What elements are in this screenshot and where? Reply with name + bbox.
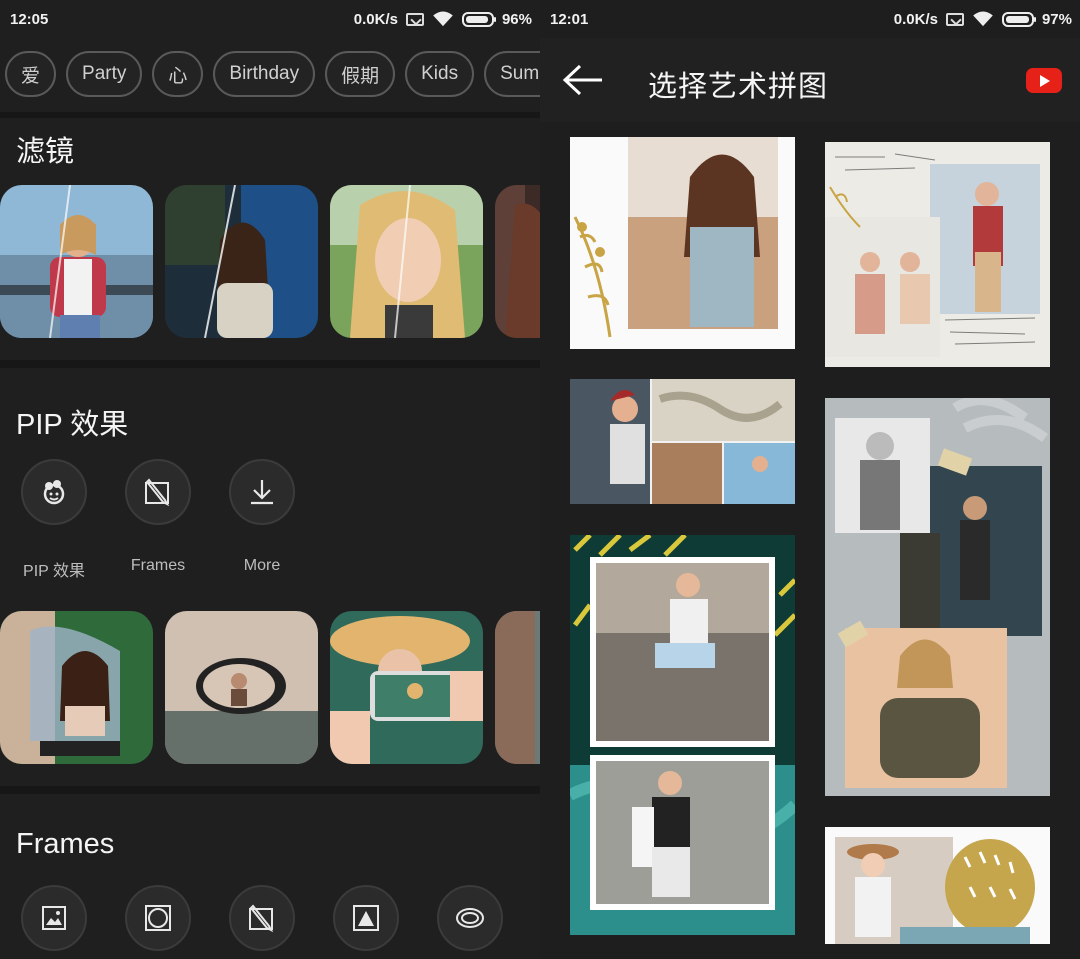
- tag-chip[interactable]: Birthday: [213, 51, 316, 97]
- filter-thumbnail[interactable]: [165, 185, 318, 338]
- frame-image-icon[interactable]: [21, 885, 87, 951]
- tag-chip[interactable]: 心: [152, 51, 204, 97]
- frame-pencil-icon[interactable]: [229, 885, 295, 951]
- frame-circle-icon[interactable]: [125, 885, 191, 951]
- collage-template[interactable]: [825, 398, 1050, 796]
- status-time: 12:05: [10, 10, 49, 28]
- filter-thumbnails: [0, 185, 540, 338]
- tag-chip[interactable]: Party: [66, 51, 143, 97]
- filters-title: 滤镜: [16, 136, 75, 168]
- frames-tool-label: Frames: [130, 557, 186, 574]
- battery-percent: 97%: [1041, 10, 1072, 28]
- pip-title: PIP 效果: [16, 409, 129, 441]
- sim-icon: [945, 12, 964, 26]
- frame-triangle-icon[interactable]: [333, 885, 399, 951]
- tag-chip[interactable]: Kids: [405, 51, 475, 97]
- pip-thumbnail[interactable]: [165, 611, 318, 764]
- section-divider: [0, 360, 540, 368]
- wifi-icon: [433, 11, 453, 27]
- pip-flower-icon[interactable]: [21, 459, 87, 525]
- sim-icon: [405, 12, 424, 26]
- status-bar: 12:05 0.0K/s 96%: [0, 0, 540, 38]
- battery-icon: [1001, 11, 1036, 27]
- filters-screen: 12:05 0.0K/s 96% 爱 Party 心 Birthday 假期 K…: [0, 0, 540, 959]
- status-bar: 12:01 0.0K/s 97%: [540, 0, 1080, 38]
- wifi-icon: [973, 11, 993, 27]
- collage-template[interactable]: [570, 379, 795, 504]
- section-divider: [0, 112, 540, 118]
- battery-percent: 96%: [501, 10, 532, 28]
- filter-thumbnail[interactable]: [495, 185, 540, 338]
- status-time: 12:01: [550, 10, 589, 28]
- collage-template[interactable]: [825, 142, 1050, 367]
- tag-chip[interactable]: Summ: [484, 51, 540, 97]
- filter-thumbnail[interactable]: [330, 185, 483, 338]
- collage-template[interactable]: [825, 827, 1050, 944]
- frames-title: Frames: [16, 828, 115, 860]
- collage-template[interactable]: [570, 535, 795, 935]
- network-speed: 0.0K/s: [353, 10, 398, 28]
- pip-thumbnail[interactable]: [330, 611, 483, 764]
- collage-template[interactable]: [570, 137, 795, 349]
- page-title: 选择艺术拼图: [648, 71, 829, 103]
- download-icon[interactable]: [229, 459, 295, 525]
- tag-chip[interactable]: 爱: [5, 51, 57, 97]
- pip-thumbnails: [0, 611, 540, 764]
- art-collage-screen: 12:01 0.0K/s 97% 选择艺术拼图: [540, 0, 1080, 959]
- pip-tool-label: PIP 效果: [23, 563, 85, 580]
- youtube-icon[interactable]: [1026, 68, 1062, 93]
- tag-chip-row: 爱 Party 心 Birthday 假期 Kids Summ: [5, 51, 540, 97]
- filter-thumbnail[interactable]: [0, 185, 153, 338]
- frame-pencil-icon[interactable]: [125, 459, 191, 525]
- more-tool-label: More: [243, 557, 281, 574]
- section-divider: [0, 786, 540, 794]
- pip-thumbnail[interactable]: [0, 611, 153, 764]
- frame-oval-icon[interactable]: [437, 885, 503, 951]
- battery-icon: [461, 11, 496, 27]
- app-bar: 选择艺术拼图: [540, 38, 1080, 122]
- pip-thumbnail[interactable]: [495, 611, 540, 764]
- back-arrow-icon[interactable]: [560, 62, 604, 98]
- network-speed: 0.0K/s: [893, 10, 938, 28]
- tag-chip[interactable]: 假期: [325, 51, 396, 97]
